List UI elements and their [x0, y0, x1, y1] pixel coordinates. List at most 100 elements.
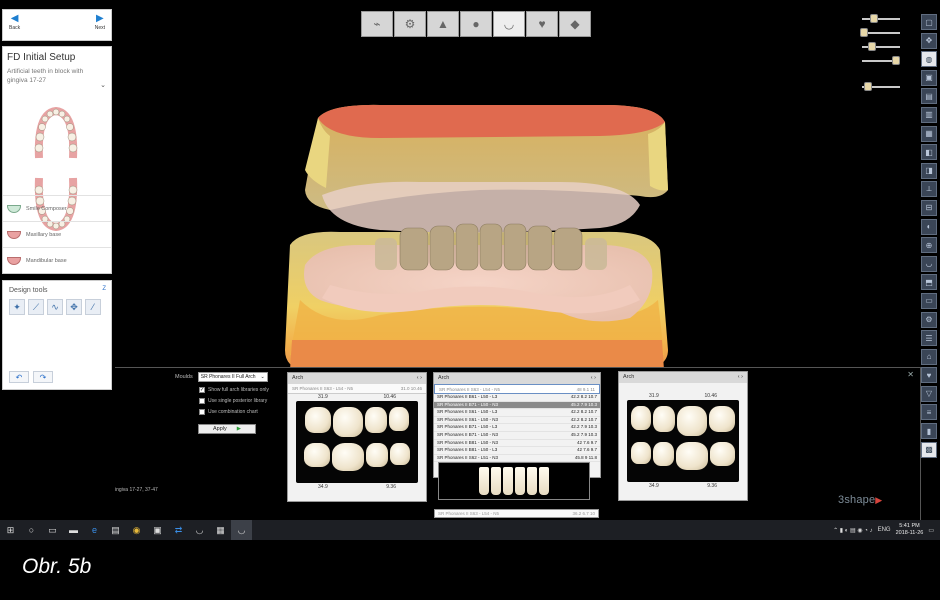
dental-app-icon[interactable]: ◡	[189, 520, 210, 540]
camera-icon[interactable]: ▭	[921, 292, 937, 309]
arch-list-item[interactable]: SR Phonares II B71 - L50 - N3 45.2 7.9 10…	[434, 401, 600, 410]
mandibular-base-item[interactable]: Mandibular base	[3, 247, 111, 273]
checkbox-icon[interactable]	[199, 398, 205, 404]
arch-list-item[interactable]: SR Phonares II B81 - L50 - N3 42 7.6 9.7	[434, 440, 600, 448]
next-button[interactable]: ▶ Next	[95, 13, 105, 37]
knife-tool-icon[interactable]: ⟋	[28, 299, 44, 315]
arch-item-dims: 42.2 8.2 10.7	[570, 394, 597, 399]
checkbox-checked-icon[interactable]: ✓	[199, 387, 205, 393]
layers-icon[interactable]: ☰	[921, 330, 937, 347]
arch-list: SR Phonares II B61 - L50 - L3 42.2 8.2 10…	[434, 394, 600, 463]
upper-library-row[interactable]: SR Phonares II S63 - L54 - N5 31.0 10.46	[288, 384, 426, 394]
section-icon[interactable]: ⊟	[921, 199, 937, 216]
teeth-library-icon[interactable]: ▩	[921, 441, 937, 458]
store-icon[interactable]: ▤	[105, 520, 126, 540]
checkbox-icon[interactable]	[199, 409, 205, 415]
arch-list-item[interactable]: SR Phonares II B61 - L50 - L3 42.2 8.2 10…	[434, 394, 600, 402]
occlusion-icon[interactable]: ⊕	[921, 237, 937, 254]
windows-start-icon[interactable]: ⊞	[0, 520, 21, 540]
option-single-posterior[interactable]: Use single posterior library	[199, 398, 267, 404]
tooth-icon[interactable]: ▲	[427, 11, 459, 37]
slider-4[interactable]	[858, 54, 906, 68]
slider-3[interactable]	[858, 40, 906, 54]
nav-arrows-icon[interactable]: ‹ ›	[738, 374, 743, 381]
app-icon[interactable]: ▣	[147, 520, 168, 540]
scan-icon[interactable]: ⌁	[361, 11, 393, 37]
back-button[interactable]: ◀ Back	[9, 13, 20, 37]
dim-value: 34.9	[649, 483, 659, 489]
secondary-library-row[interactable]: SR Phonares II S63 - L54 - N5 36.2 6.7 1…	[434, 509, 599, 518]
front-view-icon[interactable]: ▣	[921, 69, 937, 86]
arch-list-item[interactable]: SR Phonares II B71 - L50 - L3 42.2 7.9 10…	[434, 424, 600, 432]
undo-icon[interactable]: ↶	[9, 371, 29, 383]
heart-icon[interactable]: ♥	[526, 11, 558, 37]
globe-view-icon[interactable]: ◍	[921, 51, 937, 68]
collapse-icon[interactable]: ▽	[921, 385, 937, 402]
slider-5[interactable]	[858, 80, 906, 94]
middle-header-label: Arch	[438, 375, 450, 381]
prep-icon[interactable]: ⚙	[394, 11, 426, 37]
slider-2[interactable]	[858, 26, 906, 40]
model-view-icon[interactable]: ⬒	[921, 274, 937, 291]
finish-icon[interactable]: ◆	[559, 11, 591, 37]
maxillary-base-item[interactable]: Maxillary base	[3, 221, 111, 247]
search-icon[interactable]: ○	[21, 520, 42, 540]
arch-dropdown[interactable]: SR Phonares II S63 - L54 - N5 48 9.1 11	[434, 384, 600, 394]
edge-icon[interactable]: e	[84, 520, 105, 540]
apply-button[interactable]: Apply ▶	[198, 424, 256, 434]
model-icon[interactable]: ●	[460, 11, 492, 37]
wax-knife-icon[interactable]: ⁄	[85, 299, 101, 315]
tray-icons[interactable]: ⌃ ▮ ◐ ▤ ◉ ◔ ♪	[833, 527, 872, 534]
arch-item-dims: 45.2 7.9 10.3	[570, 431, 597, 437]
option-combination-chart[interactable]: Use combination chart	[199, 409, 258, 415]
option-full-arch[interactable]: ✓ Show full arch libraries only	[199, 387, 269, 393]
fit-view-icon[interactable]: ▢	[921, 14, 937, 30]
smooth-tool-icon[interactable]: ∿	[47, 299, 63, 315]
mould-select[interactable]: SR Phonares II Full Arch ⌄	[197, 372, 268, 382]
design-tools-corner[interactable]: Z	[102, 286, 106, 292]
right-view-icon[interactable]: ◨	[921, 162, 937, 179]
dental-system-icon[interactable]: ◡	[231, 520, 252, 540]
slider-1[interactable]	[858, 12, 906, 26]
upper-library-name: SR Phonares II S63 - L54 - N5	[292, 386, 354, 391]
arch-list-item[interactable]: SR Phonares II B81 - L50 - L3 42 7.6 9.7	[434, 447, 600, 455]
measure-icon[interactable]: ⟂	[921, 181, 937, 198]
notification-icon[interactable]: ▭	[928, 527, 934, 534]
nav-arrows-icon[interactable]: ‹ ›	[591, 375, 596, 382]
top-view-icon[interactable]: ▥	[921, 106, 937, 123]
dental-app-2-icon[interactable]: ▦	[210, 520, 231, 540]
arch-list-item[interactable]: SR Phonares II B71 - L50 - N3 45.2 7.9 10…	[434, 432, 600, 440]
design-tools-panel: Design tools Z ✦ ⟋ ∿ ✥ ⁄ ↶ ↷	[2, 280, 112, 390]
clock[interactable]: 5:41 PM 2018-11-26	[896, 523, 924, 537]
nav-arrows-icon[interactable]: ‹ ›	[417, 375, 422, 382]
arch-item-dims: 42.2 8.2 10.7	[570, 409, 597, 415]
smile-composer-item[interactable]: Smile Composer	[3, 195, 111, 221]
jaw-icon[interactable]: ◡	[921, 255, 937, 272]
clock-date: 2018-11-26	[895, 530, 924, 536]
close-icon[interactable]: ✕	[907, 370, 914, 379]
gingiva-icon[interactable]: ◡	[493, 11, 525, 37]
house-icon[interactable]: ⌂	[921, 348, 937, 365]
arch-list-item[interactable]: SR Phonares II S61 - L50 - L3 42.2 8.2 10…	[434, 409, 600, 417]
tooth-view-icon[interactable]: ♥	[921, 367, 937, 384]
redo-icon[interactable]: ↷	[33, 371, 53, 383]
language-indicator[interactable]: ENG	[878, 527, 891, 533]
bottom-view-icon[interactable]: ▦	[921, 125, 937, 142]
sculpt-tool-icon[interactable]: ✦	[9, 299, 25, 315]
file-explorer-icon[interactable]: ▬	[63, 520, 84, 540]
mandibular-icon	[7, 256, 21, 265]
arch-list-item[interactable]: SR Phonares II S61 - L50 - N3 42.2 8.2 10…	[434, 417, 600, 425]
move-tool-icon[interactable]: ✥	[66, 299, 82, 315]
settings-icon[interactable]: ⚙	[921, 311, 937, 328]
mould-label: Moulds	[175, 374, 193, 380]
lock-icon[interactable]: ▮	[921, 423, 937, 440]
lines-icon[interactable]: ≡	[921, 404, 937, 421]
left-view-icon[interactable]: ◧	[921, 144, 937, 161]
teamviewer-icon[interactable]: ⇄	[168, 520, 189, 540]
chrome-icon[interactable]: ◉	[126, 520, 147, 540]
chevron-down-icon[interactable]: ⌄	[100, 81, 106, 89]
back-view-icon[interactable]: ▤	[921, 88, 937, 105]
transparency-icon[interactable]: ◐	[921, 218, 937, 235]
task-view-icon[interactable]: ▭	[42, 520, 63, 540]
pan-icon[interactable]: ✥	[921, 32, 937, 49]
